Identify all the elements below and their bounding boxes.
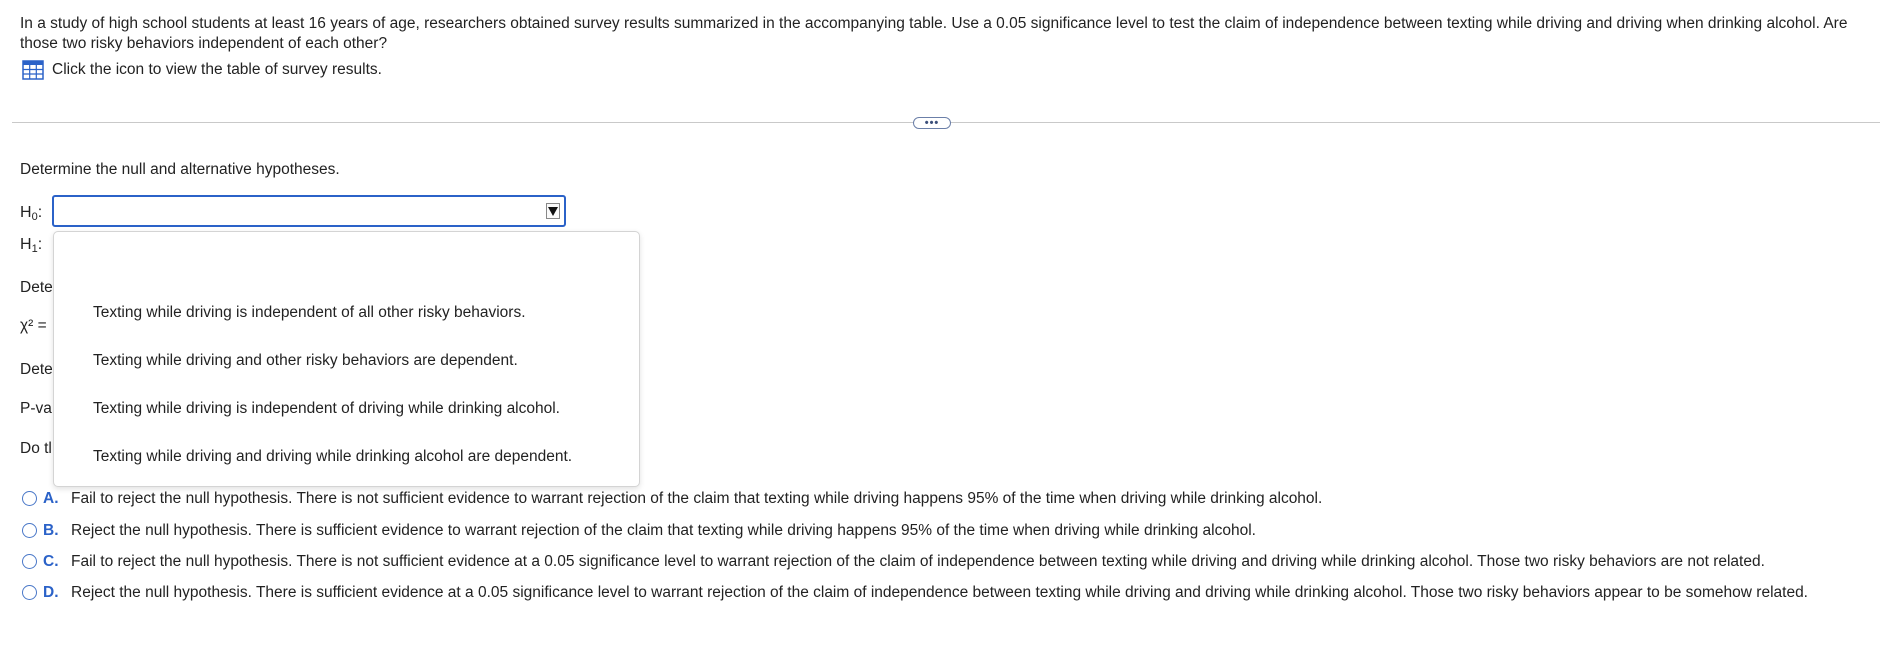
- view-table-text: Click the icon to view the table of surv…: [52, 61, 382, 78]
- choice-d-letter: D.: [43, 584, 59, 601]
- choice-b-text: Reject the null hypothesis. There is suf…: [71, 522, 1256, 539]
- view-table-link[interactable]: Click the icon to view the table of surv…: [22, 60, 382, 80]
- choice-b[interactable]: B. Reject the null hypothesis. There is …: [22, 521, 1851, 541]
- h0-dropdown[interactable]: [52, 195, 566, 227]
- table-grid-icon[interactable]: [22, 60, 44, 80]
- choice-c-text: Fail to reject the null hypothesis. Ther…: [71, 553, 1765, 570]
- chi-square-label: χ² =: [20, 317, 47, 334]
- choice-d[interactable]: D. Reject the null hypothesis. There is …: [22, 583, 1851, 603]
- determine-label-1: Dete: [20, 279, 53, 296]
- radio-b[interactable]: [22, 523, 37, 538]
- option-independent-drinking[interactable]: Texting while driving is independent of …: [93, 399, 560, 419]
- choice-a-text: Fail to reject the null hypothesis. Ther…: [71, 490, 1323, 507]
- expand-more-button[interactable]: •••: [913, 117, 951, 129]
- question-text: In a study of high school students at le…: [20, 15, 1848, 52]
- h1-label: H1:: [20, 236, 43, 255]
- do-the-label: Do tl: [20, 440, 52, 457]
- radio-a[interactable]: [22, 491, 37, 506]
- determine-label-2: Dete: [20, 361, 53, 378]
- choice-a-letter: A.: [43, 490, 59, 507]
- choice-c-letter: C.: [43, 553, 59, 570]
- p-value-label: P-va: [20, 400, 52, 417]
- radio-c[interactable]: [22, 554, 37, 569]
- choice-a[interactable]: A. Fail to reject the null hypothesis. T…: [22, 489, 1851, 509]
- caret-down-icon[interactable]: [546, 203, 560, 219]
- h0-label: H0:: [20, 204, 43, 223]
- option-dependent-drinking[interactable]: Texting while driving and driving while …: [93, 447, 572, 467]
- radio-d[interactable]: [22, 585, 37, 600]
- option-dependent-all[interactable]: Texting while driving and other risky be…: [93, 351, 518, 371]
- choice-b-letter: B.: [43, 522, 59, 539]
- option-independent-all[interactable]: Texting while driving is independent of …: [93, 303, 526, 323]
- choice-d-text: Reject the null hypothesis. There is suf…: [71, 584, 1808, 601]
- h0-options-menu: Texting while driving is independent of …: [53, 231, 640, 487]
- choice-c[interactable]: C. Fail to reject the null hypothesis. T…: [22, 552, 1851, 572]
- hypotheses-prompt: Determine the null and alternative hypot…: [20, 161, 340, 178]
